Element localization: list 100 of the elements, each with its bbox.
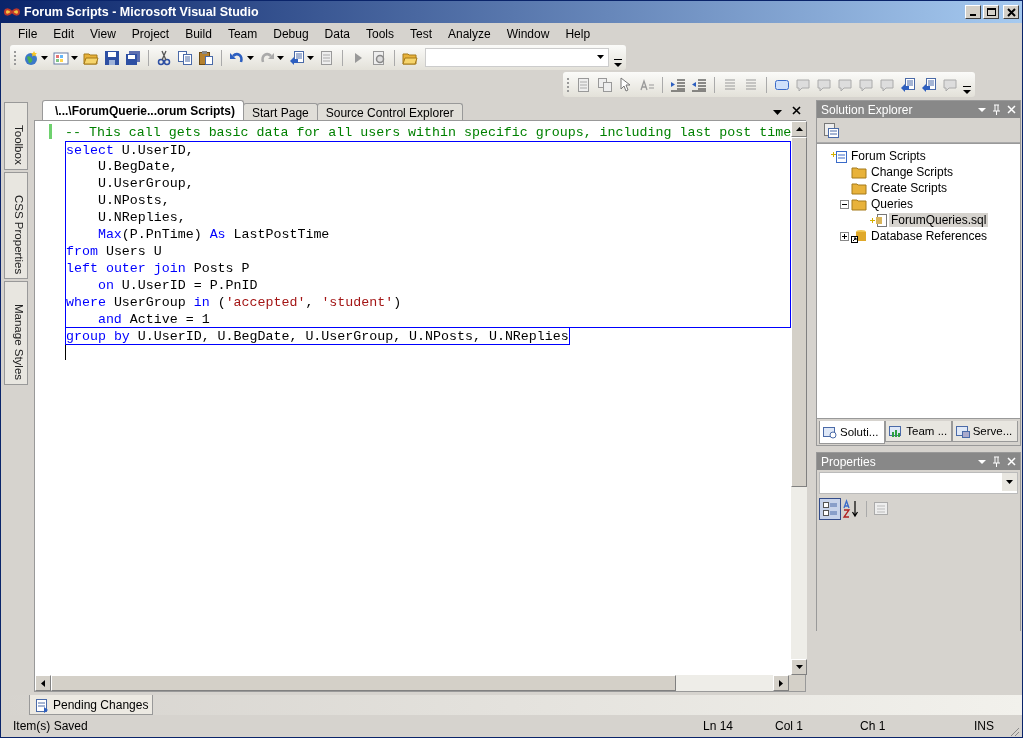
close-button[interactable] <box>1003 5 1019 19</box>
document-tab[interactable]: Start Page <box>243 103 318 120</box>
document-tab[interactable]: Source Control Explorer <box>316 103 463 120</box>
code-line: U.NReplies, <box>96 210 186 225</box>
code-line: Max(P.PnTime) As LastPostTime <box>96 227 330 242</box>
caret-icon[interactable] <box>71 55 78 60</box>
document-icon[interactable] <box>576 76 592 93</box>
copy-icon[interactable] <box>177 49 193 66</box>
menu-item[interactable]: Team <box>219 27 266 41</box>
pin-icon[interactable] <box>992 456 1001 467</box>
side-tab[interactable]: Toolbox <box>4 102 28 170</box>
pin-icon[interactable] <box>992 104 1001 115</box>
toolbar-overflow-icon[interactable] <box>614 58 622 68</box>
tree-item[interactable]: Database References <box>869 229 990 243</box>
menu-item[interactable]: Data <box>316 27 358 41</box>
document-arrow-icon[interactable] <box>900 76 916 93</box>
tree-item[interactable]: Change Scripts <box>869 165 956 179</box>
menu-item[interactable]: Edit <box>45 27 83 41</box>
expander-icon[interactable] <box>840 231 849 241</box>
explorer-icon <box>822 424 838 440</box>
menu-item[interactable]: Help <box>557 27 599 41</box>
minimize-button[interactable] <box>965 5 981 19</box>
side-tab[interactable]: CSS Properties <box>4 171 28 279</box>
script-file-icon <box>870 212 888 228</box>
menu-item[interactable]: View <box>82 27 124 41</box>
panel-tab[interactable]: Team ... <box>885 421 952 442</box>
documents-icon[interactable] <box>597 76 613 93</box>
left-arrow-icon <box>41 679 45 687</box>
scrollbar-corner <box>789 675 805 691</box>
status-message: Item(s) Saved <box>13 719 89 733</box>
document-arrow-icon[interactable] <box>921 76 937 93</box>
server-icon <box>954 423 971 439</box>
menu-item[interactable]: Build <box>177 27 220 41</box>
code-line: U.NPosts, <box>96 193 170 208</box>
insert-mode: INS <box>974 719 995 733</box>
caret-icon[interactable] <box>307 55 314 60</box>
caret-icon <box>1006 480 1013 484</box>
menu-item[interactable]: Window <box>498 27 558 41</box>
code-line: group by U.UserID, U.BegDate, U.UserGroup, U.NPosts, U.NReplies <box>66 329 569 344</box>
save-icon[interactable] <box>104 49 120 66</box>
caret-icon[interactable] <box>773 110 782 115</box>
side-tab[interactable]: Manage Styles <box>4 280 28 385</box>
project-icon <box>830 148 848 164</box>
panel-title: Solution Explorer <box>821 102 914 117</box>
caret-icon[interactable] <box>41 55 48 60</box>
menu-item[interactable]: Analyze <box>440 27 499 41</box>
menu-item[interactable]: Project <box>123 27 178 41</box>
resize-grip-icon[interactable] <box>1008 725 1020 737</box>
database-icon <box>850 228 868 244</box>
document-icon[interactable] <box>319 49 335 66</box>
properties-icon[interactable] <box>823 122 839 138</box>
character-number: Ch 1 <box>860 719 887 733</box>
panel-tab[interactable]: Soluti... <box>819 421 886 444</box>
magnifier-icon[interactable] <box>371 49 387 66</box>
menu-item[interactable]: Debug <box>265 27 317 41</box>
vertical-scrollbar[interactable] <box>791 121 808 675</box>
save-all-icon[interactable] <box>125 49 141 66</box>
caret-icon[interactable] <box>247 55 254 60</box>
globe-icon[interactable] <box>23 49 39 66</box>
maximize-button[interactable] <box>983 5 999 19</box>
code-line: on U.UserID = P.PnID <box>96 278 258 293</box>
up-arrow-icon <box>795 127 803 131</box>
right-arrow-icon <box>779 679 783 687</box>
caret-icon[interactable] <box>277 55 284 60</box>
outdent-icon[interactable] <box>691 76 707 93</box>
cut-icon[interactable] <box>156 49 172 66</box>
tree-item[interactable]: ForumQueries.sql <box>889 213 989 227</box>
toolbar-overflow-icon[interactable] <box>963 85 971 95</box>
document-arrow-icon[interactable] <box>289 49 305 66</box>
expander-icon[interactable] <box>840 199 849 209</box>
pending-changes-icon <box>34 696 50 713</box>
code-line: select U.UserID, <box>66 143 194 158</box>
paste-icon[interactable] <box>198 49 214 66</box>
tree-item[interactable]: Forum Scripts <box>849 149 928 163</box>
folder-icon <box>850 196 868 212</box>
minimize-icon <box>970 13 976 16</box>
categorized-icon[interactable] <box>820 499 840 519</box>
caret-icon <box>597 55 604 59</box>
menu-item[interactable]: File <box>10 27 46 41</box>
down-arrow-icon <box>795 665 803 669</box>
folder-icon <box>850 180 868 196</box>
code-line: U.UserGroup, <box>96 176 194 191</box>
code-line: U.BegDate, <box>96 159 178 174</box>
panel-tab[interactable]: Serve... <box>951 421 1018 442</box>
close-icon[interactable] <box>792 106 801 115</box>
column-number: Col 1 <box>775 719 804 733</box>
tree-item[interactable]: Queries <box>869 197 916 211</box>
code-line: left outer join Posts P <box>66 261 250 276</box>
menu-item[interactable]: Tools <box>357 27 402 41</box>
code-line: and Active = 1 <box>96 312 210 327</box>
menu-item[interactable]: Test <box>401 27 440 41</box>
close-icon <box>1006 7 1016 17</box>
code-line: -- This call gets basic data for all users within specific groups, including last post time <box>65 125 792 140</box>
window-title: Forum Scripts - Microsoft Visual Studio <box>24 5 259 19</box>
tree-item[interactable]: Create Scripts <box>869 181 950 195</box>
horizontal-scrollbar[interactable] <box>35 675 789 691</box>
indent-icon[interactable] <box>670 76 686 93</box>
maximize-icon <box>986 7 996 17</box>
tool-window-tab[interactable]: Pending Changes <box>29 695 154 715</box>
document-tab[interactable]: \...\ForumQuerie...orum Scripts) <box>42 100 245 120</box>
